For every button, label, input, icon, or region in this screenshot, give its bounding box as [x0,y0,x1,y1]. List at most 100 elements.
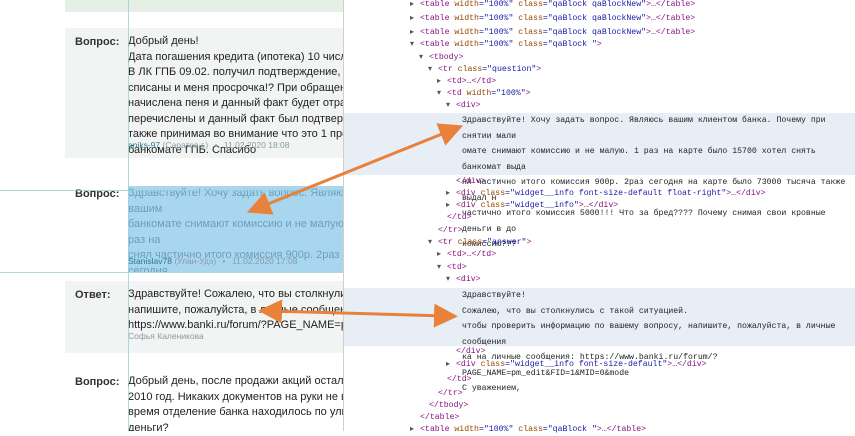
collapsed-triangle-icon[interactable]: ▸ [437,76,447,88]
tag-open: </tbody> [429,401,469,410]
expanded-triangle-icon[interactable]: ▾ [446,100,456,112]
post-text-line: напишите, пожалуйста, в личные сообщения… [128,303,355,316]
tag-open: <td> [447,263,467,272]
attribute-value: ="100%" [478,28,514,37]
tag-close: > [526,238,532,247]
dom-node-line[interactable]: ▾ <tr class="question"> [428,64,541,76]
dom-node-line[interactable]: ▾ <table width="100%" class="qaBlock "> [410,39,602,51]
expanded-triangle-icon[interactable]: ▾ [446,274,456,286]
attribute-name: class [475,189,506,198]
tag-attribute: width="100%" [449,40,513,49]
dom-node-line[interactable]: ▸ <table width="100%" class="qaBlock qaBl… [410,0,695,11]
tag-attribute: class="widget__info font-size-default" [476,360,668,369]
post-label: Ответ: [75,289,111,301]
post-text[interactable]: Здравствуйте! Сожалею, что вы столкнулис… [128,287,355,334]
attribute-name: width [449,40,479,49]
tag-attribute: width="100%" [449,28,513,37]
tag-open: <tbody> [429,53,464,62]
attribute-value: ="qaBlock qaBlockNew" [542,14,647,23]
expanded-triangle-icon[interactable]: ▾ [437,262,447,274]
dom-node-line[interactable]: ▸ <td>…</td> [437,249,496,261]
dom-node-line[interactable]: ▸ <table width="100%" class="qaBlock qaBl… [410,13,695,25]
dom-node-line[interactable]: </div> [446,346,485,358]
collapsed-triangle-icon[interactable]: ▸ [410,424,420,436]
dom-node-line[interactable]: ▾ <div> [446,100,481,112]
tag-open: <tr [438,65,453,74]
dom-node-line[interactable]: ▸ <td>…</td> [437,76,496,88]
post-text[interactable]: Добрый день, после продажи акций осталис… [128,374,355,431]
expanded-triangle-icon[interactable]: ▾ [437,88,447,100]
tag-attribute: width="100%" [449,14,513,23]
attribute-name: class [513,0,543,9]
attribute-value: ="qaBlock qaBlockNew" [542,28,647,37]
tag-attribute: width="100%" [449,425,513,434]
attribute-name: class [513,14,543,23]
attribute-value: ="widget__info font-size-default" [505,360,668,369]
expanded-triangle-icon[interactable]: ▾ [428,237,438,249]
expanded-triangle-icon[interactable]: ▾ [410,39,420,51]
post-text-line: 2010 год. Никаких документов на руки не … [128,390,355,403]
tag-attribute: width="100%" [462,89,526,98]
collapsed-triangle-icon[interactable]: ▸ [446,200,456,212]
dom-node-line[interactable]: </td> [437,212,472,224]
collapsed-triangle-icon[interactable]: ▸ [437,249,447,261]
tag-open: <table [420,425,450,434]
collapsed-triangle-icon[interactable]: ▸ [410,27,420,39]
tag-attribute: class="qaBlock " [513,40,597,49]
tag-open: </tr> [438,389,463,398]
author-link[interactable]: oniks-97 [128,140,160,150]
tag-close: > [525,89,531,98]
tag-close: >…</table> [646,0,696,9]
dom-node-line[interactable]: ▸ <table width="100%" class="qaBlock ">…<… [410,424,646,436]
tag-attribute: class="qaBlock qaBlockNew" [513,0,646,9]
dom-node-line[interactable]: ▸ <table width="100%" class="qaBlock qaBl… [410,27,695,39]
dom-node-line[interactable]: ▾ <td> [437,262,467,274]
collapsed-triangle-icon[interactable]: ▸ [410,0,420,11]
attribute-value: ="question" [482,65,537,74]
attribute-name: class [513,28,543,37]
forum-post: Вопрос: Добрый день! Дата погашения креди… [65,28,355,158]
dom-node-line[interactable]: </div> [446,176,485,188]
tag-open: </div> [456,177,486,186]
question-text-node[interactable]: Здравствуйте! Хочу задать вопрос. Являюс… [462,113,855,253]
attribute-value: ="widget__info font-size-default float-r… [505,189,727,198]
dom-node-line[interactable]: ▾ <tbody> [419,52,463,64]
tag-open: </tr> [438,226,463,235]
dom-node-line[interactable]: ▸ <div class="widget__info">…</div> [446,200,618,212]
dom-node-line[interactable]: </tbody> [419,400,468,412]
dom-node-line[interactable]: ▾ <tr class="answer"> [428,237,531,249]
author-city: (Улан-Удэ) [174,256,217,266]
expanded-triangle-icon[interactable]: ▾ [419,52,429,64]
tag-open: <table [420,14,450,23]
attribute-name: class [475,201,506,210]
expanded-triangle-icon[interactable]: ▾ [428,64,438,76]
answer-text-node[interactable]: Здравствуйте! Сожалею, что вы столкнулис… [462,288,855,397]
dom-node-line[interactable]: ▾ <div> [446,274,481,286]
attribute-value: ="qaBlock " [542,40,597,49]
tag-attribute: class="widget__info font-size-default fl… [476,189,727,198]
dom-node-line[interactable]: </tr> [428,225,463,237]
post-date: 11.02.2020 18:08 [223,140,290,150]
dom-node-line[interactable]: ▾ <td width="100%"> [437,88,531,100]
dom-node-line[interactable]: ▸ <div class="widget__info font-size-defa… [446,188,766,200]
dom-node-line[interactable]: </tr> [428,388,463,400]
post-meta: Софья Каленикова [128,331,204,341]
attribute-value: ="widget__info" [505,201,579,210]
dom-node-line[interactable]: ▸ <div class="widget__info font-size-defa… [446,359,707,371]
attribute-name: class [513,425,543,434]
author-link[interactable]: Stanislav78 [128,256,172,266]
tag-attribute: class="qaBlock qaBlockNew" [513,14,646,23]
collapsed-triangle-icon[interactable]: ▸ [446,359,456,371]
dom-node-line[interactable]: </td> [437,374,472,386]
collapsed-triangle-icon[interactable]: ▸ [446,188,456,200]
attribute-name: width [449,14,479,23]
tag-close: >…</table> [646,28,696,37]
dom-node-line[interactable]: </table> [410,412,459,424]
tag-close: >…</table> [596,425,647,434]
tag-close: > [536,65,542,74]
tag-open: <div [456,360,476,369]
collapsed-triangle-icon[interactable]: ▸ [410,13,420,25]
tag-close: …</td> [466,77,497,86]
author-name: Софья Каленикова [128,331,204,341]
post-text-line: Дата погашения кредита (ипотека) 10 числ… [128,50,355,63]
